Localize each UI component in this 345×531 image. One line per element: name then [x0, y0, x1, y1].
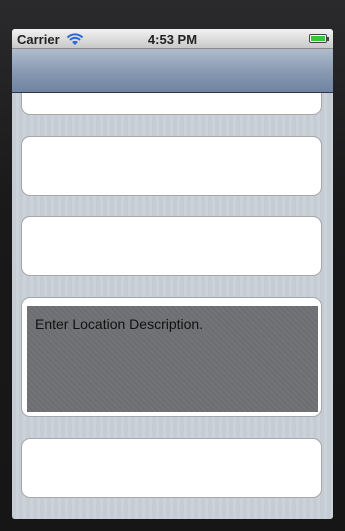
device-frame: Carrier 4:53 PM Enter Location Descripti… — [0, 0, 345, 531]
status-time: 4:53 PM — [147, 32, 198, 47]
location-description-text: Enter Location Description. — [35, 316, 204, 332]
status-bar: Carrier 4:53 PM — [12, 29, 333, 49]
navigation-bar — [12, 49, 333, 93]
form-cell-field-3[interactable] — [21, 216, 322, 276]
form-table[interactable]: Enter Location Description. — [12, 93, 333, 519]
form-cell-field-5[interactable] — [21, 438, 322, 498]
screen: Carrier 4:53 PM Enter Location Descripti… — [12, 29, 333, 519]
form-cell-field-2[interactable] — [21, 136, 322, 196]
battery-icon — [309, 34, 329, 43]
location-description-textview[interactable]: Enter Location Description. — [27, 306, 318, 412]
battery-fill — [311, 36, 325, 41]
form-cell-location-description: Enter Location Description. — [21, 297, 322, 417]
form-cell-field-1[interactable] — [21, 93, 322, 115]
